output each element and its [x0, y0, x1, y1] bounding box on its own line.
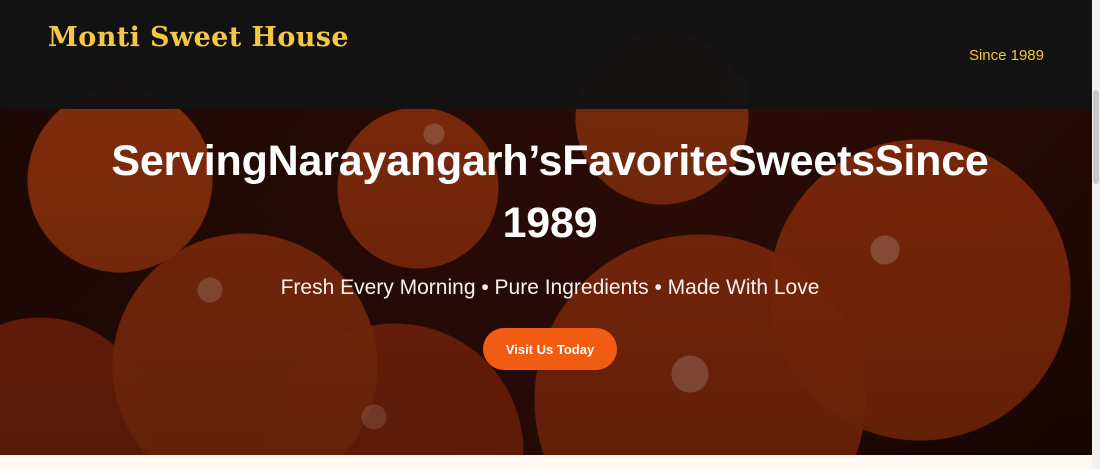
brand-logo[interactable]: Monti Sweet House — [48, 24, 349, 51]
hero-headline: ServingNarayangarh’sFavoriteSweetsSince1… — [111, 137, 989, 247]
since-label: Since 1989 — [968, 47, 1044, 64]
scrollbar-thumb[interactable] — [1093, 90, 1099, 184]
hero-content: ServingNarayangarh’sFavoriteSweetsSince1… — [0, 130, 1100, 371]
hero-banner: Monti Sweet House Since 1989 ServingNara… — [0, 0, 1100, 455]
site-header: Monti Sweet House Since 1989 — [0, 0, 1100, 109]
hero-subheadline: Fresh Every Morning • Pure Ingredients •… — [280, 276, 820, 299]
page: Monti Sweet House Since 1989 ServingNara… — [0, 0, 1100, 469]
visit-us-button[interactable]: Visit Us Today — [483, 328, 617, 371]
scrollbar[interactable] — [1092, 0, 1100, 469]
page-bottom-strip — [0, 455, 1100, 469]
